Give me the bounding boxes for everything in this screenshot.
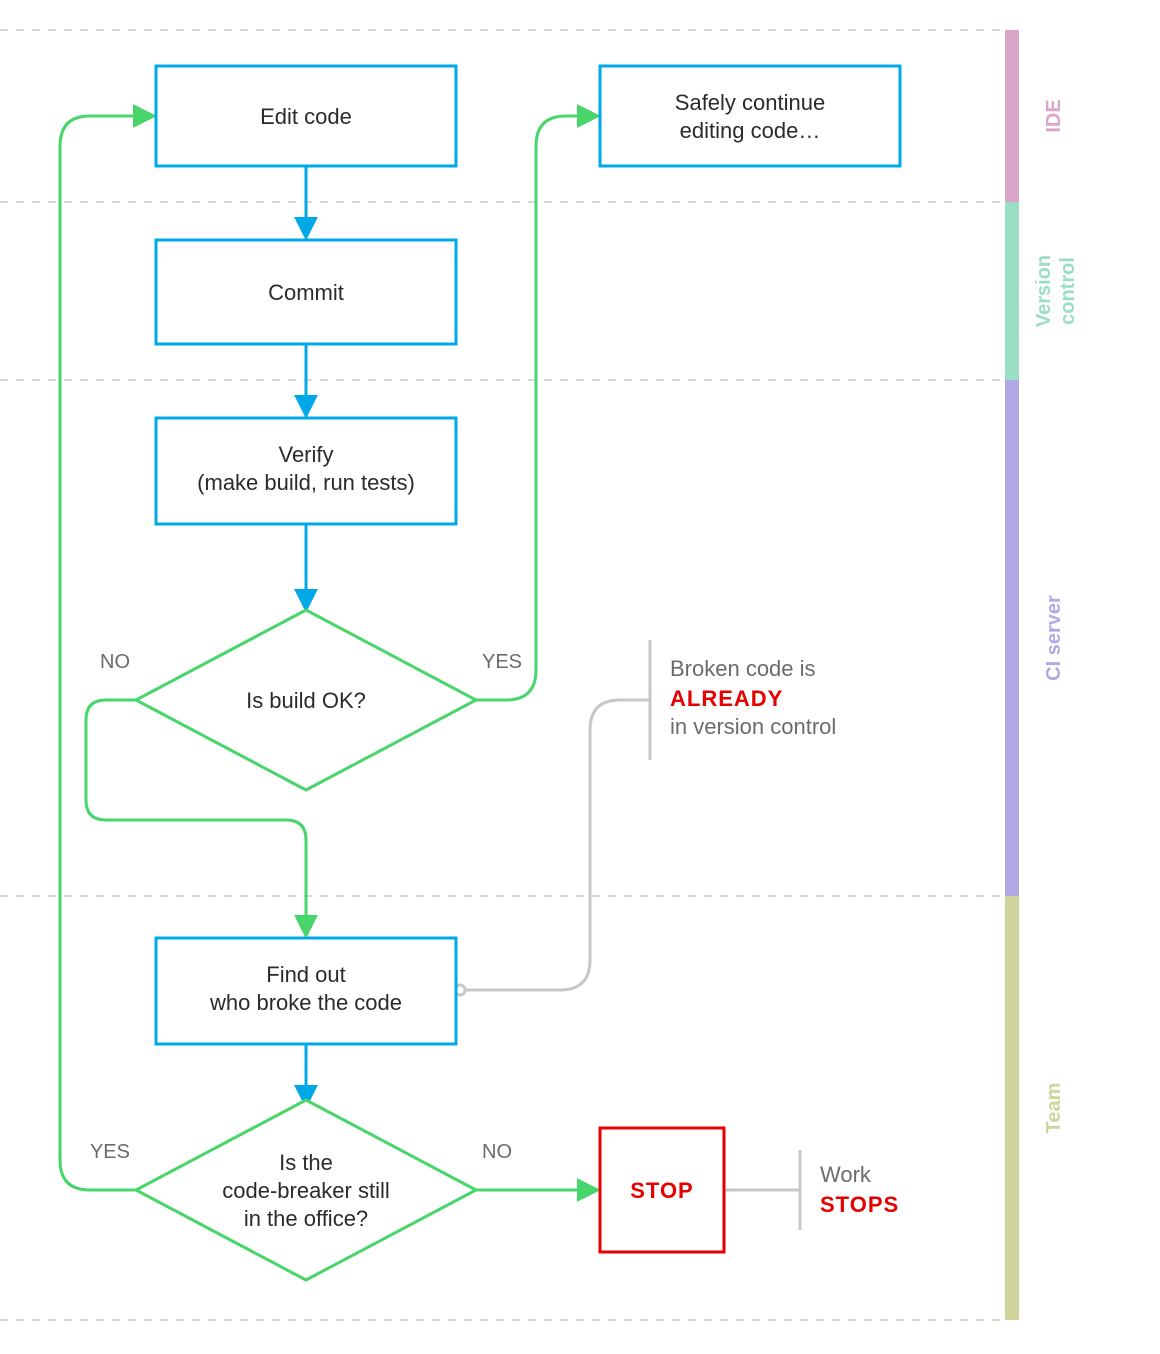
lane-team: Team: [1005, 896, 1065, 1320]
lane-team-label: Team: [1043, 1083, 1065, 1134]
node-safely-line1: Safely continue: [675, 90, 825, 115]
node-find-out-line1: Find out: [266, 962, 346, 987]
annotation-work-stops: Work STOPS: [820, 1162, 899, 1217]
node-commit-label: Commit: [268, 280, 344, 305]
node-verify-line1: Verify: [278, 442, 333, 467]
node-find-out: Find out who broke the code: [156, 938, 456, 1044]
arrow-buildok-yes: [476, 116, 596, 700]
lane-vcs-label-2: control: [1057, 257, 1079, 325]
node-safely-line2: editing code…: [680, 118, 821, 143]
lane-vcs: Version control: [1005, 202, 1079, 380]
node-stop: STOP: [600, 1128, 724, 1252]
callout-broken-code: [455, 640, 650, 995]
lane-vcs-label-1: Version: [1033, 255, 1055, 327]
node-decision-build-ok: Is build OK?: [136, 610, 476, 790]
lane-ide: IDE: [1005, 30, 1065, 202]
node-find-out-line2: who broke the code: [209, 990, 402, 1015]
edge-label-inoffice-yes: YES: [90, 1141, 130, 1163]
lane-separators: [0, 30, 1005, 1320]
node-verify-line2: (make build, run tests): [197, 470, 415, 495]
node-decision-inoffice-line2: code-breaker still: [222, 1178, 390, 1203]
annotation-broken-line3: in version control: [670, 714, 836, 739]
node-decision-build-ok-label: Is build OK?: [246, 688, 366, 713]
annotation-broken-word: ALREADY: [670, 686, 783, 711]
lane-ide-label: IDE: [1043, 99, 1065, 132]
lane-ci: CI server: [1005, 380, 1065, 896]
node-commit: Commit: [156, 240, 456, 344]
edge-label-buildok-yes: YES: [482, 651, 522, 673]
lane-ci-label: CI server: [1043, 595, 1065, 681]
node-stop-label: STOP: [630, 1178, 694, 1203]
node-edit-code: Edit code: [156, 66, 456, 166]
edge-label-inoffice-no: NO: [482, 1141, 512, 1163]
node-decision-inoffice-line3: in the office?: [244, 1206, 368, 1231]
node-decision-in-office: Is the code-breaker still in the office?: [136, 1100, 476, 1280]
node-decision-inoffice-line1: Is the: [279, 1150, 333, 1175]
annotation-stops: STOPS: [820, 1192, 899, 1217]
edge-label-buildok-no: NO: [100, 651, 130, 673]
annotation-broken-code: Broken code is ALREADY in version contro…: [670, 656, 836, 739]
node-verify: Verify (make build, run tests): [156, 418, 456, 524]
node-edit-code-label: Edit code: [260, 104, 352, 129]
node-safely-continue: Safely continue editing code…: [600, 66, 900, 166]
annotation-broken-line1: Broken code is: [670, 656, 816, 681]
annotation-work: Work: [820, 1162, 872, 1187]
